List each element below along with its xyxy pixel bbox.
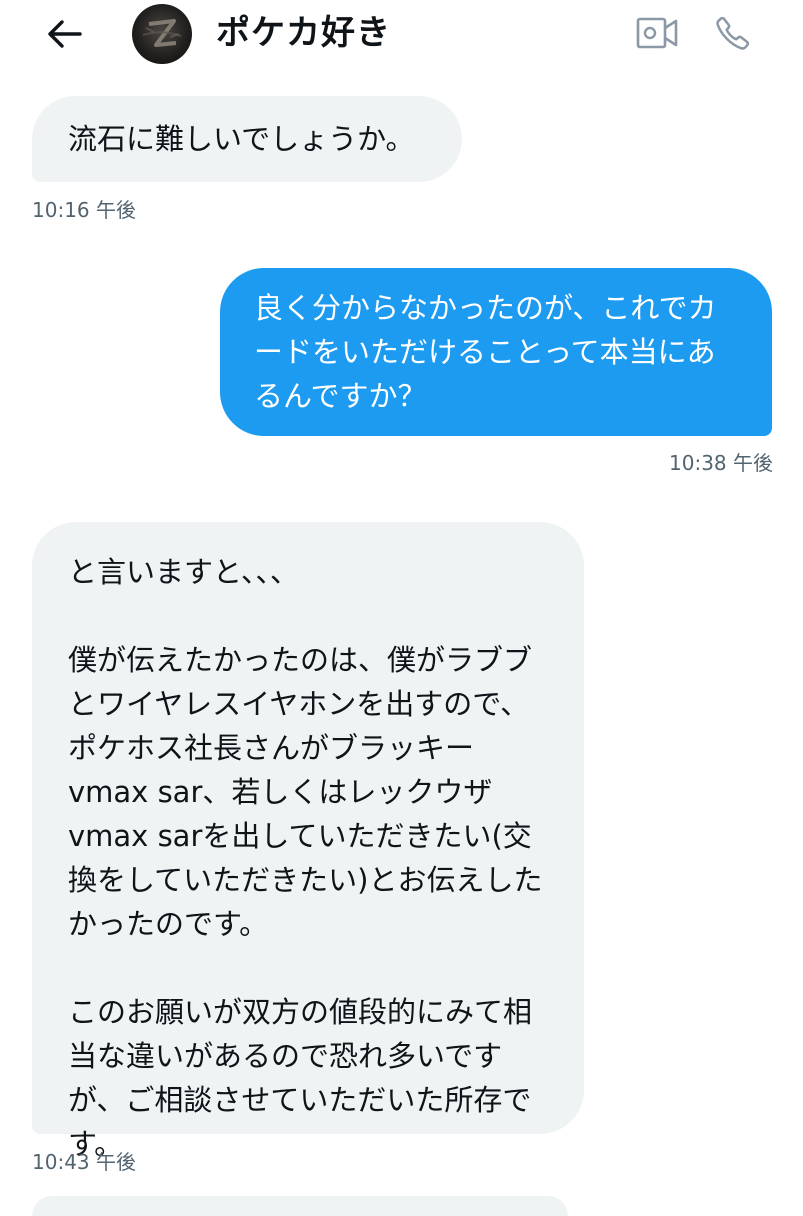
avatar[interactable] [132, 4, 192, 64]
message-timestamp: 10:38 午後 [669, 451, 773, 475]
message-bubble-partial [32, 1196, 568, 1216]
conversation-title: ポケカ好き [216, 13, 391, 53]
back-arrow-icon [48, 20, 82, 48]
video-call-icon [636, 17, 678, 49]
message-timestamp: 10:43 午後 [32, 1150, 136, 1174]
conversation-header: ポケカ好き [0, 0, 803, 70]
video-call-button[interactable] [632, 10, 682, 56]
back-button[interactable] [40, 12, 88, 56]
message-bubble-sent[interactable]: 良く分からなかったのが、これでカードをいただけることって本当にあるんですか？ [220, 268, 772, 436]
avatar-image [142, 19, 182, 47]
message-bubble-received[interactable]: 流石に難しいでしょうか。 [32, 96, 462, 182]
message-timestamp: 10:16 午後 [32, 198, 136, 222]
message-bubble-received[interactable]: と言いますと、、、 僕が伝えたかったのは、僕がラブブとワイヤレスイヤホンを出すの… [32, 522, 584, 1161]
phone-call-button[interactable] [708, 8, 758, 58]
phone-icon [716, 16, 750, 50]
